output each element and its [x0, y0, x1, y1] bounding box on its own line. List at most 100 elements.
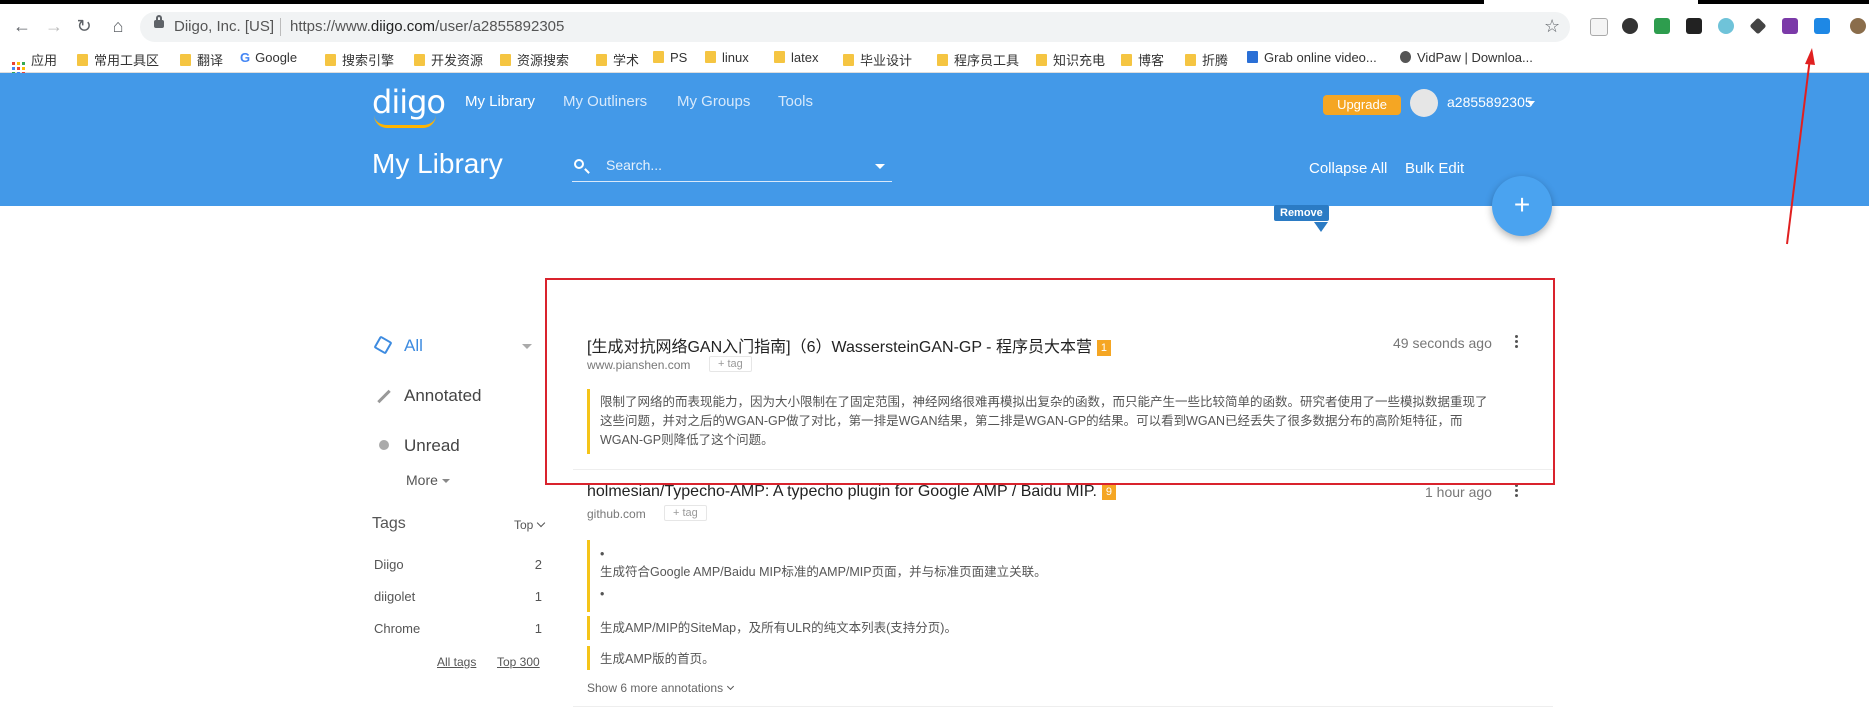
- profile-icon[interactable]: [1850, 18, 1866, 34]
- tab-ext-icon[interactable]: [1686, 18, 1702, 34]
- signal-ext-icon[interactable]: [1622, 18, 1638, 34]
- filter-all[interactable]: All: [404, 336, 423, 356]
- tag-row[interactable]: Diigo 2: [374, 557, 542, 572]
- browser-chrome: ← → ↻ ⌂ Diigo, Inc. [US] https://www.dii…: [0, 4, 1869, 75]
- annotation-text: 生成符合Google AMP/Baidu MIP标准的AMP/MIP页面，并与标…: [600, 565, 1047, 579]
- folder-icon: [843, 54, 854, 66]
- folder-icon: [937, 54, 948, 66]
- search-icon: [574, 159, 584, 169]
- bookmark-label: 资源搜索: [517, 53, 570, 68]
- bookmark-label: 常用工具区: [94, 53, 160, 68]
- cube-icon: [373, 335, 393, 355]
- nav-my-library[interactable]: My Library: [465, 93, 535, 110]
- back-icon[interactable]: ←: [10, 14, 34, 38]
- folder-icon: [325, 54, 336, 66]
- evernote-ext-icon[interactable]: [1654, 18, 1670, 34]
- bookmark-16[interactable]: 折腾: [1185, 50, 1228, 69]
- bookmark-label: 翻译: [197, 53, 224, 68]
- nav-my-groups[interactable]: My Groups: [677, 93, 750, 110]
- bookmark-6[interactable]: 开发资源: [414, 50, 483, 69]
- bookmark-3[interactable]: 翻译: [180, 50, 223, 69]
- filter-unread[interactable]: Unread: [404, 436, 460, 456]
- bookmark-13[interactable]: 程序员工具: [937, 50, 1019, 69]
- folder-icon: [77, 54, 88, 66]
- bookmark-17[interactable]: Grab online video...: [1247, 50, 1377, 65]
- bookmark-label: 搜索引擎: [342, 53, 395, 68]
- filter-annotated[interactable]: Annotated: [404, 386, 482, 406]
- add-item-button[interactable]: +: [1492, 176, 1552, 236]
- nav-my-outliners[interactable]: My Outliners: [563, 93, 647, 110]
- bookmark-11[interactable]: latex: [774, 50, 818, 65]
- bookmark-10[interactable]: linux: [705, 50, 749, 65]
- bookmark-1[interactable]: 应用: [12, 50, 57, 75]
- bookmark-8[interactable]: 学术: [596, 50, 639, 69]
- bookmark-2[interactable]: 常用工具区: [77, 50, 159, 69]
- page-title: My Library: [372, 148, 503, 179]
- url-text[interactable]: https://www.diigo.com/user/a2855892305: [290, 18, 564, 35]
- annotation-bar: [587, 616, 590, 640]
- bookmark-label: 应用: [31, 53, 58, 68]
- nav-tools[interactable]: Tools: [778, 93, 813, 110]
- top-300-link[interactable]: Top 300: [497, 655, 540, 669]
- address-bar[interactable]: Diigo, Inc. [US] https://www.diigo.com/u…: [140, 12, 1570, 42]
- search-options-chevron-icon[interactable]: [875, 164, 885, 169]
- folder-icon: [500, 54, 511, 66]
- page-favicon-icon: [1400, 51, 1411, 63]
- tag-row[interactable]: diigolet 1: [374, 589, 542, 604]
- bookmark-15[interactable]: 博客: [1121, 50, 1164, 69]
- bookmark-9[interactable]: PS: [653, 50, 687, 65]
- bookmark-5[interactable]: 搜索引擎: [325, 50, 394, 69]
- onenote-ext-icon[interactable]: [1782, 18, 1798, 34]
- bookmark-label: 知识充电: [1053, 53, 1106, 68]
- show-more-annotations-button[interactable]: Show 6 more annotations: [587, 681, 735, 695]
- remove-tooltip[interactable]: Remove: [1274, 205, 1329, 221]
- google-icon: G: [240, 50, 251, 65]
- annotation-text: 生成AMP/MIP的SiteMap，及所有ULR的纯文本列表(支持分页)。: [600, 621, 957, 635]
- filter-chevron-down-icon[interactable]: [522, 344, 532, 349]
- annotation-bar: [587, 646, 590, 670]
- tags-sort-dropdown[interactable]: Top: [514, 518, 546, 532]
- item-timestamp: 1 hour ago: [1425, 484, 1492, 500]
- user-menu-chevron-icon[interactable]: [1527, 101, 1535, 106]
- upgrade-button[interactable]: Upgrade: [1323, 95, 1401, 115]
- page-ext-icon[interactable]: [1590, 18, 1608, 36]
- all-tags-link[interactable]: All tags: [437, 655, 476, 669]
- more-filters-button[interactable]: More: [406, 472, 450, 488]
- username[interactable]: a2855892305: [1447, 94, 1533, 110]
- site-identity[interactable]: Diigo, Inc. [US]: [174, 18, 274, 35]
- bookmark-4[interactable]: G Google: [240, 50, 297, 65]
- annotation-text: •: [600, 547, 605, 561]
- search-box: [572, 151, 892, 182]
- item-title[interactable]: holmesian/Typecho-AMP: A typecho plugin …: [587, 483, 1116, 501]
- circle-ext-icon[interactable]: [1718, 18, 1734, 34]
- annotation-text: 生成AMP版的首页。: [600, 652, 715, 666]
- bookmark-18[interactable]: VidPaw | Downloa...: [1400, 50, 1533, 65]
- item-domain[interactable]: github.com: [587, 507, 646, 521]
- diigo-ext-icon[interactable]: [1814, 18, 1830, 34]
- bookmark-label: linux: [722, 50, 749, 65]
- folder-icon: [653, 51, 664, 63]
- collapse-all-button[interactable]: Collapse All: [1309, 160, 1387, 177]
- bookmark-star-icon[interactable]: ☆: [1544, 16, 1560, 37]
- eraser-ext-icon[interactable]: [1749, 17, 1767, 35]
- bookmark-14[interactable]: 知识充电: [1036, 50, 1105, 69]
- bookmark-label: PS: [670, 50, 688, 65]
- add-tag-button[interactable]: + tag: [664, 505, 707, 521]
- bulk-edit-button[interactable]: Bulk Edit: [1405, 160, 1464, 177]
- reload-icon[interactable]: ↻: [72, 14, 96, 38]
- bookmark-7[interactable]: 资源搜索: [500, 50, 569, 69]
- highlight-box: [545, 278, 1555, 485]
- tag-row[interactable]: Chrome 1: [374, 621, 542, 636]
- item-menu-icon[interactable]: [1515, 484, 1518, 499]
- home-icon[interactable]: ⌂: [106, 14, 130, 38]
- pencil-icon: [376, 389, 392, 404]
- search-input[interactable]: [604, 156, 858, 174]
- bookmark-12[interactable]: 毕业设计: [843, 50, 912, 69]
- folder-icon: [774, 51, 785, 63]
- bookmark-label: 博客: [1138, 53, 1165, 68]
- avatar[interactable]: [1410, 89, 1438, 117]
- annotation-bar: [587, 540, 590, 612]
- lock-icon: [154, 15, 164, 28]
- forward-icon[interactable]: →: [42, 14, 66, 38]
- app-header: diigo My Library My Outliners My Groups …: [0, 73, 1869, 206]
